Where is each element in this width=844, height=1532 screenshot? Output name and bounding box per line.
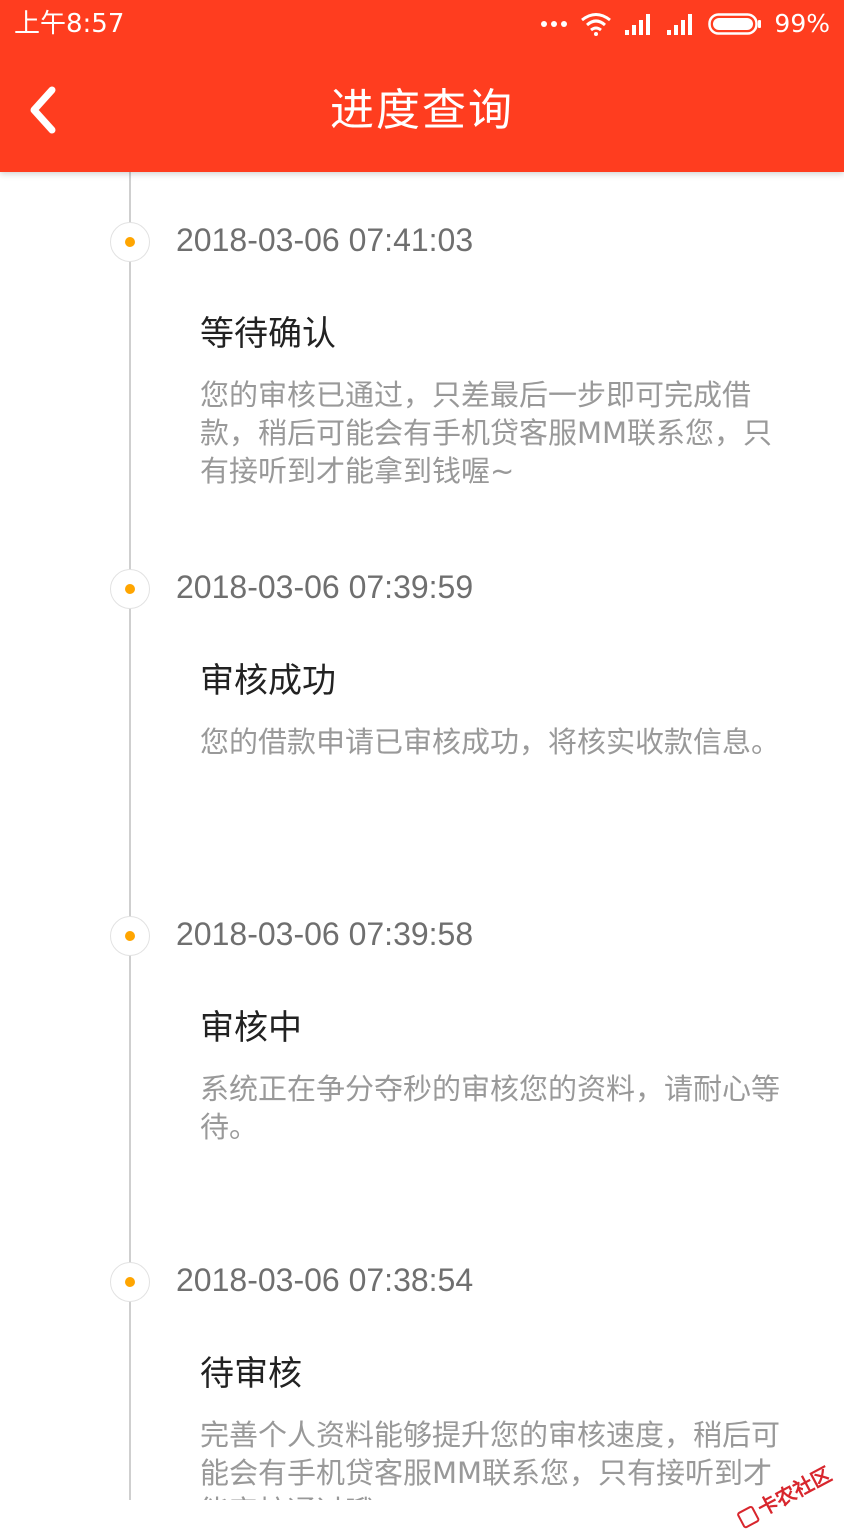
entry-time: 2018-03-06 07:38:54 bbox=[176, 1262, 474, 1298]
status-icons: 99% bbox=[540, 8, 830, 40]
status-time: 上午8:57 bbox=[14, 9, 125, 39]
watermark-icon bbox=[736, 1504, 761, 1530]
entry-status-title: 审核成功 bbox=[200, 661, 336, 701]
more-dots-icon bbox=[541, 21, 568, 27]
app-header: 上午8:57 99% 进度查询 bbox=[0, 0, 844, 172]
entry-time: 2018-03-06 07:39:59 bbox=[176, 569, 474, 605]
timeline-dot bbox=[110, 569, 150, 609]
nav-bar: 进度查询 bbox=[0, 48, 844, 172]
entry-description: 系统正在争分夺秒的审核您的资料，请耐心等待。 bbox=[200, 1072, 781, 1144]
battery-icon bbox=[708, 13, 762, 35]
entry-time: 2018-03-06 07:39:58 bbox=[176, 916, 474, 952]
entry-description: 完善个人资料能够提升您的审核速度，稍后可能会有手机贷客服MM联系您，只有接听到才… bbox=[200, 1418, 781, 1500]
entry-status-title: 待审核 bbox=[200, 1354, 302, 1394]
signal-icon bbox=[625, 14, 651, 35]
entry-time: 2018-03-06 07:41:03 bbox=[176, 222, 474, 258]
timeline-dot bbox=[110, 222, 150, 262]
entry-description: 您的审核已通过，只差最后一步即可完成借款，稍后可能会有手机贷客服MM联系您，只有… bbox=[200, 378, 773, 488]
status-bar: 上午8:57 99% bbox=[0, 0, 844, 48]
entry-status-title: 审核中 bbox=[200, 1008, 302, 1048]
entry-description: 您的借款申请已审核成功，将核实收款信息。 bbox=[200, 725, 781, 759]
entry-status-title: 等待确认 bbox=[200, 314, 336, 354]
wifi-icon bbox=[581, 13, 612, 36]
page-title: 进度查询 bbox=[330, 85, 514, 136]
signal-icon bbox=[667, 14, 693, 35]
timeline-dot bbox=[110, 916, 150, 956]
progress-timeline: 2018-03-06 07:41:03 等待确认 您的审核已通过，只差最后一步即… bbox=[0, 172, 844, 1500]
timeline-dot bbox=[110, 1262, 150, 1302]
battery-percent: 99% bbox=[774, 9, 830, 38]
